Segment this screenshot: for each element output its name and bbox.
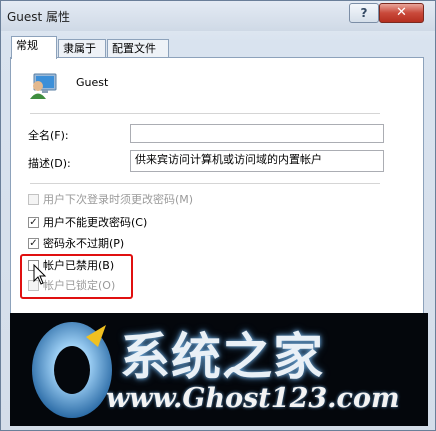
title-bar[interactable]: Guest 属性 ? ✕ — [1, 1, 435, 31]
checkbox-label: 用户不能更改密码(C) — [43, 216, 148, 229]
watermark-banner: 系统之家 www.Ghost123.com — [10, 313, 428, 426]
checkbox-box-checked[interactable]: ✓ — [28, 217, 39, 228]
checkbox-label: 密码永不过期(P) — [43, 237, 125, 250]
close-button[interactable]: ✕ — [379, 3, 424, 23]
window-title: Guest 属性 — [7, 10, 71, 24]
tab-member-of[interactable]: 隶属于 — [58, 39, 106, 58]
separator — [30, 183, 380, 184]
checkbox-box[interactable] — [28, 194, 39, 205]
checkbox-box-checked[interactable]: ✓ — [28, 238, 39, 249]
brand-logo-icon — [32, 322, 112, 418]
mouse-cursor-icon — [33, 264, 47, 285]
description-input[interactable]: 供来宾访问计算机或访问域的内置帐户 — [130, 150, 384, 172]
tab-general[interactable]: 常规 — [11, 36, 57, 59]
brand-text: 系统之家 — [120, 327, 324, 386]
user-name: Guest — [76, 76, 109, 89]
description-label: 描述(D): — [28, 157, 71, 170]
brand-url: www.Ghost123.com — [106, 383, 400, 414]
tab-profile[interactable]: 配置文件 — [107, 39, 169, 58]
checkbox-label: 用户下次登录时须更改密码(M) — [43, 193, 194, 206]
user-icon — [30, 73, 57, 99]
separator — [30, 113, 380, 114]
fullname-input[interactable] — [130, 124, 384, 143]
help-button[interactable]: ? — [349, 3, 379, 23]
fullname-label: 全名(F): — [28, 129, 69, 142]
